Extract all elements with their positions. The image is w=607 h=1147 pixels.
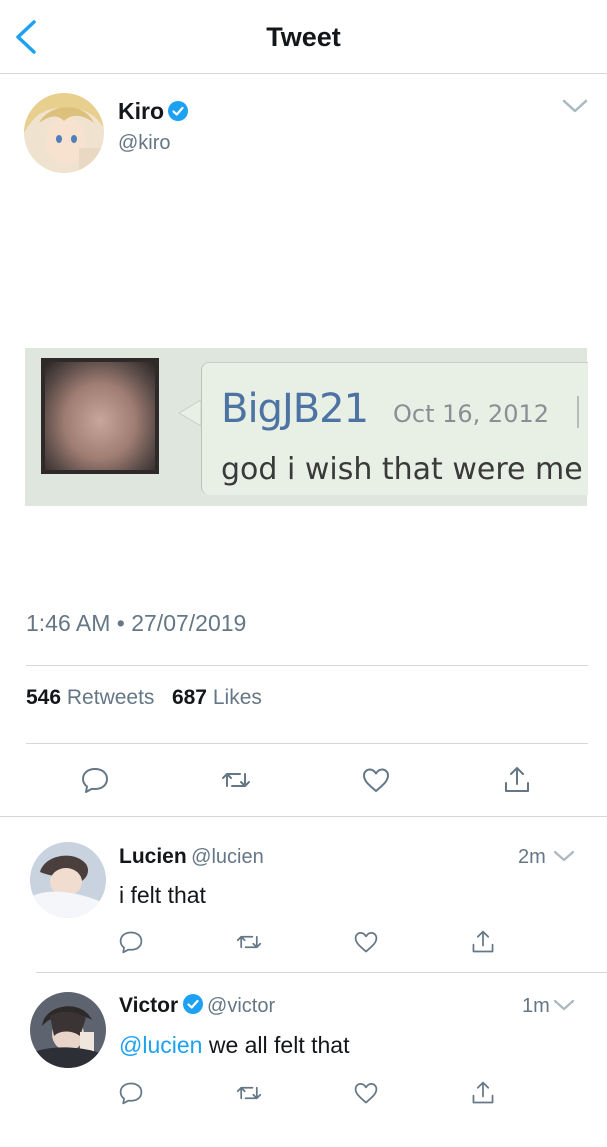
like-button[interactable]	[353, 1080, 379, 1106]
retweet-button[interactable]	[236, 1080, 262, 1106]
page-title: Tweet	[266, 22, 341, 52]
reply-text-row: @lucien we all felt that	[119, 1032, 349, 1059]
avatar-image	[30, 842, 106, 918]
divider	[36, 972, 607, 973]
reply-button[interactable]	[118, 929, 144, 955]
embedded-date: Oct 16, 2012	[393, 400, 549, 428]
retweet-button[interactable]	[221, 765, 251, 795]
top-navigation-bar: Tweet	[0, 0, 607, 74]
reply-header: Lucien @lucien	[119, 845, 264, 869]
reply-author-name[interactable]: Lucien	[119, 845, 187, 868]
retweet-icon	[236, 935, 262, 949]
tweet-media-image[interactable]: BigJB21 Oct 16, 2012 god i wish that wer…	[25, 348, 588, 506]
avatar-image	[24, 93, 104, 173]
likes-label: Likes	[212, 686, 262, 709]
reply-text: i felt that	[119, 882, 206, 908]
embedded-cursor-line	[577, 396, 579, 428]
reply-options-button[interactable]	[552, 997, 576, 1018]
embedded-username: BigJB21	[221, 386, 369, 432]
reply-icon	[82, 768, 108, 793]
reply-time: 2m	[518, 846, 546, 868]
chevron-down-icon	[562, 99, 588, 113]
embedded-face	[45, 362, 155, 470]
author-name[interactable]: Kiro	[118, 98, 164, 124]
retweets-count: 546	[26, 686, 62, 709]
reply-author-handle[interactable]: @lucien	[191, 846, 264, 868]
reply-icon	[119, 1082, 143, 1105]
reply-button[interactable]	[80, 765, 110, 795]
reply-avatar[interactable]	[30, 842, 106, 918]
share-button[interactable]	[502, 765, 532, 795]
divider	[0, 816, 607, 817]
share-button[interactable]	[470, 929, 496, 955]
retweets-label: Retweets	[66, 686, 155, 709]
share-button[interactable]	[470, 1080, 496, 1106]
retweet-icon	[222, 773, 250, 787]
chevron-down-icon	[553, 999, 575, 1011]
reply-header: Victor @victor	[119, 994, 275, 1018]
retweets-stat[interactable]: 546 Retweets	[26, 686, 154, 709]
tweet-options-button[interactable]	[560, 96, 590, 121]
like-button[interactable]	[361, 765, 391, 795]
author-avatar[interactable]	[24, 93, 104, 173]
verified-badge-icon	[182, 994, 203, 1014]
verified-badge-icon	[168, 101, 189, 121]
heart-icon	[363, 768, 389, 792]
share-icon	[472, 1081, 494, 1104]
reply-author-name[interactable]: Victor	[119, 994, 178, 1017]
author-name-row: Kiro	[118, 98, 189, 125]
likes-stat[interactable]: 687 Likes	[172, 686, 262, 709]
like-button[interactable]	[353, 929, 379, 955]
embedded-comment-text: god i wish that were me	[221, 452, 583, 487]
likes-count: 687	[171, 686, 207, 709]
share-icon	[472, 930, 494, 953]
reply-options-button[interactable]	[552, 848, 576, 869]
reply-button[interactable]	[118, 1080, 144, 1106]
avatar-image	[30, 992, 106, 1068]
reply-text: we all felt that	[208, 1032, 350, 1058]
reply-icon	[119, 931, 143, 954]
tweet-timestamp: 1:46 AM • 27/07/2019	[26, 610, 247, 636]
reply-author-handle[interactable]: @victor	[207, 995, 275, 1017]
divider	[26, 743, 588, 744]
embedded-profile-photo	[41, 358, 159, 474]
retweet-button[interactable]	[236, 929, 262, 955]
reply-time: 1m	[522, 995, 550, 1017]
author-handle[interactable]: @kiro	[118, 132, 171, 155]
divider	[26, 665, 588, 666]
retweet-icon	[236, 1086, 262, 1100]
heart-icon	[354, 1083, 378, 1104]
heart-icon	[354, 932, 378, 953]
tweet-stats: 546 Retweets 687 Likes	[26, 686, 262, 710]
chevron-down-icon	[553, 850, 575, 862]
share-icon	[505, 767, 529, 792]
mention-link[interactable]: @lucien	[119, 1032, 202, 1058]
reply-avatar[interactable]	[30, 992, 106, 1068]
